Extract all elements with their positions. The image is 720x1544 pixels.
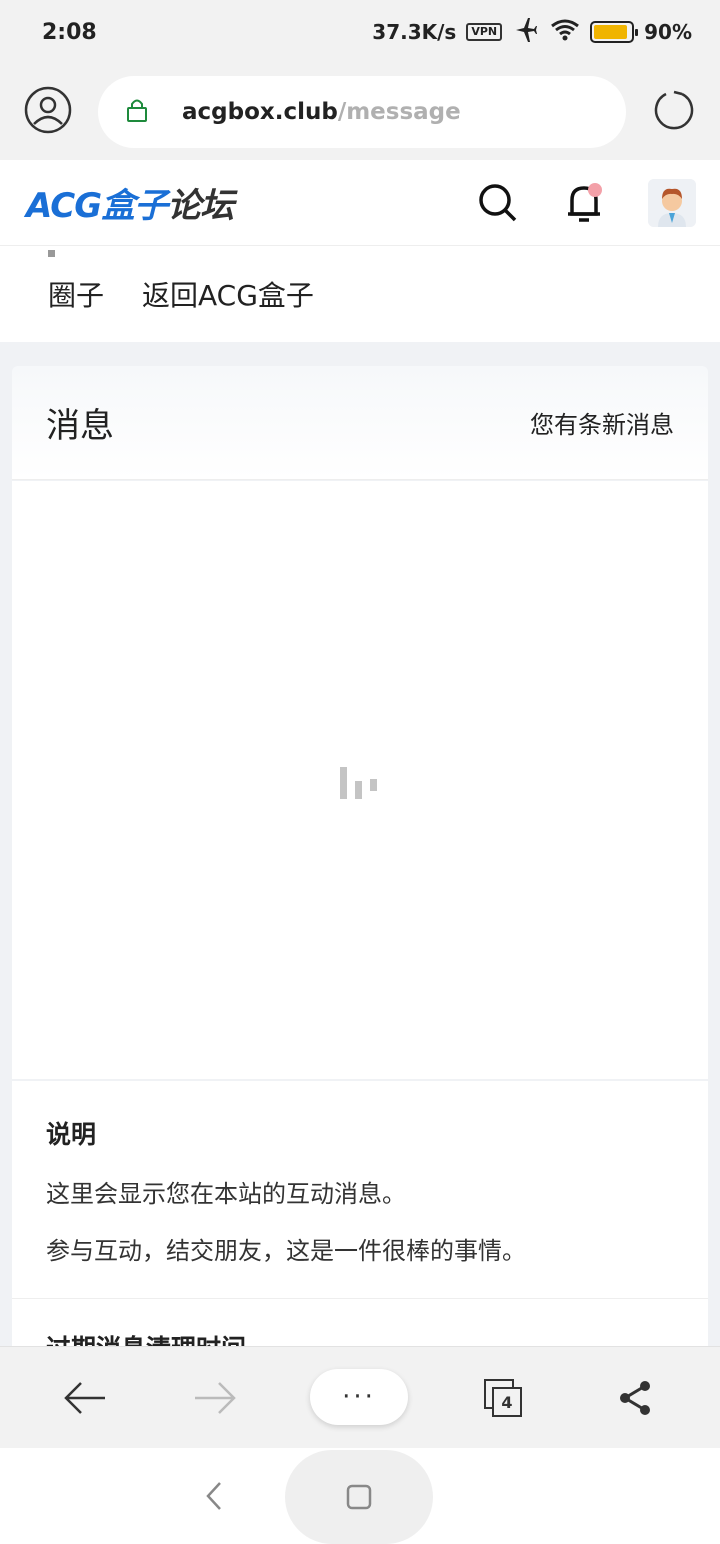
site-logo[interactable]: ACG盒子论坛 [26,178,234,227]
airplane-icon [512,17,540,47]
system-home-button[interactable] [285,1450,433,1544]
messages-card-header: 消息 您有条新消息 [12,366,708,480]
more-menu-button[interactable]: ··· [310,1369,408,1425]
tabs-icon[interactable]: 4 [482,1377,524,1419]
url-field[interactable]: acgbox.club/message [98,76,626,148]
info-title: 说明 [46,1120,97,1149]
avatar[interactable] [648,178,696,227]
status-time: 2:08 [42,19,97,45]
messages-list [12,481,708,1079]
tabs-count: 4 [492,1387,522,1417]
cleanup-time-title: 过期消息清理时间 [46,1329,246,1346]
battery-percent: 90% [644,20,692,44]
divider [12,1298,708,1299]
nav-item-circle[interactable]: 圈子 [48,250,105,314]
share-icon[interactable] [610,1373,660,1423]
status-bar: 2:08 37.3K/s VPN 90% [0,0,720,64]
page-title: 消息 [46,406,114,446]
status-indicators: 37.3K/s VPN 90% [372,17,692,47]
nav-item-back-to-acgbox[interactable]: 返回ACG盒子 [142,274,314,314]
battery-level [594,25,627,39]
notification-dot [588,182,602,197]
info-line-1: 这里会显示您在本站的互动消息。 [46,1180,406,1208]
browser-address-bar: acgbox.club/message [0,64,720,160]
nav-indicator [48,250,55,257]
url-domain: acgbox.club [182,99,338,125]
logo-text-forum: 论坛 [167,186,234,226]
site-nav: 圈子 返回ACG盒子 [0,246,720,342]
new-messages-count: 您有条新消息 [530,411,674,439]
forward-arrow-icon[interactable] [190,1373,240,1423]
browser-toolbar: ··· 4 [0,1346,720,1448]
battery-icon [590,21,639,43]
info-card: 说明 这里会显示您在本站的互动消息。 参与互动，结交朋友，这是一件很棒的事情。 … [12,1081,708,1346]
system-back-icon[interactable] [196,1476,232,1516]
logo-text-main: ACG盒子 [26,186,168,226]
reload-icon[interactable] [652,88,696,136]
loading-icon [340,767,377,799]
header-actions [474,178,696,227]
net-speed: 37.3K/s [372,20,457,44]
wifi-icon [550,18,580,47]
nav-item-label: 圈子 [48,279,105,312]
vpn-icon: VPN [466,23,503,41]
info-line-2: 参与互动，结交朋友，这是一件很棒的事情。 [46,1237,526,1265]
bell-icon[interactable] [560,179,608,227]
profile-icon[interactable] [24,86,72,138]
system-nav-bar [0,1448,720,1544]
back-arrow-icon[interactable] [60,1373,110,1423]
site-header: ACG盒子论坛 [0,160,720,246]
search-icon[interactable] [474,179,522,227]
url-path: /message [337,99,461,125]
lock-icon [126,97,148,127]
